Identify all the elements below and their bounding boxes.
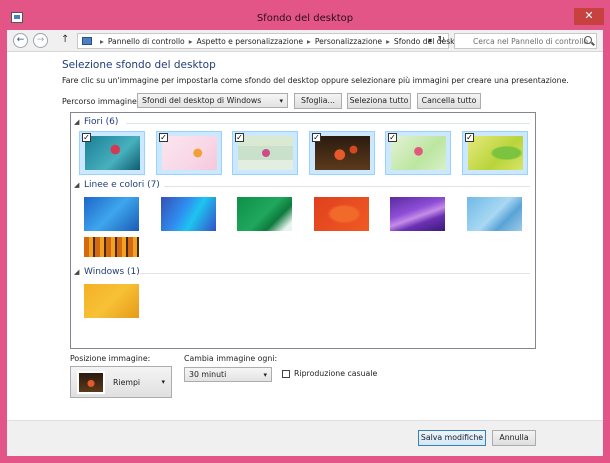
checkbox-icon[interactable]: ✓: [312, 133, 321, 142]
chevron-down-icon: ▾: [161, 378, 165, 386]
checkbox-icon[interactable]: ✓: [82, 133, 91, 142]
breadcrumb-separator[interactable]: ▸: [307, 37, 311, 46]
address-toolbar: ← → ↑ ▸ Pannello di controllo ▸ Aspetto e p…: [7, 30, 603, 52]
wallpaper-gallery: ◢ Fiori (6) ✓ ✓ ✓ ✓ ✓ ✓ ◢ Linee e colori…: [70, 112, 536, 349]
group-divider: [164, 186, 530, 187]
interval-label: Cambia immagine ogni:: [184, 354, 278, 363]
save-button[interactable]: Salva modifiche: [418, 430, 486, 446]
location-select-value: Sfondi del desktop di Windows: [142, 96, 262, 105]
wallpaper-image: [162, 136, 217, 170]
select-all-button[interactable]: Seleziona tutto: [347, 93, 411, 109]
interval-value: 30 minuti: [189, 370, 227, 379]
wallpaper-image: [84, 237, 139, 257]
breadcrumb: ▸ Pannello di controllo ▸ Aspetto e persona…: [96, 37, 467, 46]
checkbox-icon[interactable]: ✓: [465, 133, 474, 142]
wallpaper-thumb[interactable]: [79, 193, 145, 237]
cancel-button[interactable]: Annulla: [492, 430, 536, 446]
wallpaper-thumb[interactable]: ✓: [79, 131, 145, 175]
forward-button[interactable]: →: [33, 33, 48, 48]
wallpaper-image: [390, 197, 445, 231]
group-label: Windows (1): [84, 267, 140, 277]
wallpaper-image: [238, 136, 293, 170]
back-button[interactable]: ←: [13, 33, 28, 48]
wallpaper-thumb[interactable]: [309, 193, 375, 237]
collapse-icon[interactable]: ◢: [74, 118, 79, 126]
window-client: ← → ↑ ▸ Pannello di controllo ▸ Aspetto e p…: [7, 30, 603, 456]
position-value: Riempi: [113, 378, 141, 387]
refresh-icon[interactable]: ↻: [437, 35, 445, 45]
wallpaper-image: [391, 136, 446, 170]
wallpaper-image: [467, 197, 522, 231]
wallpaper-image: [314, 197, 369, 231]
group-divider: [140, 273, 530, 274]
position-select[interactable]: Riempi ▾: [70, 366, 172, 398]
search-box[interactable]: Cerca nel Pannello di controllo: [454, 33, 597, 49]
page-description: Fare clic su un'immagine per impostarla …: [62, 76, 569, 85]
chevron-down-icon: ▾: [263, 371, 267, 379]
browse-button[interactable]: Sfoglia...: [294, 93, 342, 109]
footer-bar: Salva modifiche Annulla: [7, 420, 603, 456]
window-title: Sfondo del desktop: [256, 13, 354, 24]
wallpaper-thumb[interactable]: ✓: [232, 131, 298, 175]
group-header-flowers[interactable]: ◢ Fiori (6): [74, 117, 532, 129]
checkbox-icon[interactable]: ✓: [159, 133, 168, 142]
checkbox-icon[interactable]: [282, 370, 290, 378]
shuffle-label: Riproduzione casuale: [294, 369, 378, 378]
clear-all-button[interactable]: Cancella tutto: [417, 93, 481, 109]
location-label: Percorso immagine:: [62, 97, 140, 106]
checkbox-icon[interactable]: ✓: [388, 133, 397, 142]
breadcrumb-separator[interactable]: ▸: [386, 37, 390, 46]
chevron-down-icon: ▾: [279, 97, 283, 105]
control-panel-icon: [82, 37, 92, 45]
wallpaper-image: [468, 136, 523, 170]
window-frame: Sfondo del desktop ✕ ← → ↑ ▸ Pannello di …: [0, 0, 610, 463]
wallpaper-image: [237, 197, 292, 231]
up-button[interactable]: ↑: [61, 34, 69, 45]
wallpaper-thumb[interactable]: [385, 193, 451, 237]
group-divider: [126, 123, 530, 124]
collapse-icon[interactable]: ◢: [74, 181, 79, 189]
collapse-icon[interactable]: ◢: [74, 268, 79, 276]
address-bar[interactable]: ▸ Pannello di controllo ▸ Aspetto e persona…: [77, 33, 467, 49]
location-select[interactable]: Sfondi del desktop di Windows ▾: [137, 93, 288, 108]
breadcrumb-separator[interactable]: ▸: [189, 37, 193, 46]
page-title: Selezione sfondo del desktop: [62, 59, 216, 71]
title-bar[interactable]: Sfondo del desktop ✕: [0, 0, 610, 30]
wallpaper-thumb[interactable]: ✓: [156, 131, 222, 175]
close-button[interactable]: ✕: [574, 8, 604, 25]
breadcrumb-item[interactable]: Pannello di controllo: [108, 37, 185, 46]
search-icon[interactable]: [584, 36, 592, 44]
wallpaper-thumb[interactable]: [232, 193, 298, 237]
wallpaper-thumb[interactable]: [462, 193, 528, 237]
group-label: Linee e colori (7): [84, 180, 160, 190]
position-preview-image: [77, 371, 105, 394]
group-header-windows[interactable]: ◢ Windows (1): [74, 267, 532, 279]
group-label: Fiori (6): [84, 117, 119, 127]
wallpaper-image: [84, 284, 139, 318]
group-header-lines-colors[interactable]: ◢ Linee e colori (7): [74, 180, 532, 192]
wallpaper-thumb[interactable]: ✓: [385, 131, 451, 175]
address-dropdown-icon[interactable]: ▾: [428, 36, 432, 45]
breadcrumb-separator: ▸: [100, 37, 104, 46]
position-label: Posizione immagine:: [70, 354, 151, 363]
wallpaper-image: [85, 136, 140, 170]
wallpaper-thumb[interactable]: [79, 233, 145, 263]
wallpaper-thumb[interactable]: [79, 280, 145, 324]
breadcrumb-item[interactable]: Personalizzazione: [315, 37, 382, 46]
wallpaper-thumb[interactable]: ✓: [309, 131, 375, 175]
wallpaper-thumb[interactable]: ✓: [462, 131, 528, 175]
wallpaper-image: [161, 197, 216, 231]
interval-select[interactable]: 30 minuti ▾: [184, 367, 272, 382]
wallpaper-thumb[interactable]: [156, 193, 222, 237]
wallpaper-image: [84, 197, 139, 231]
breadcrumb-item[interactable]: Aspetto e personalizzazione: [197, 37, 304, 46]
checkbox-icon[interactable]: ✓: [235, 133, 244, 142]
wallpaper-image: [315, 136, 370, 170]
search-input[interactable]: Cerca nel Pannello di controllo: [473, 37, 588, 46]
